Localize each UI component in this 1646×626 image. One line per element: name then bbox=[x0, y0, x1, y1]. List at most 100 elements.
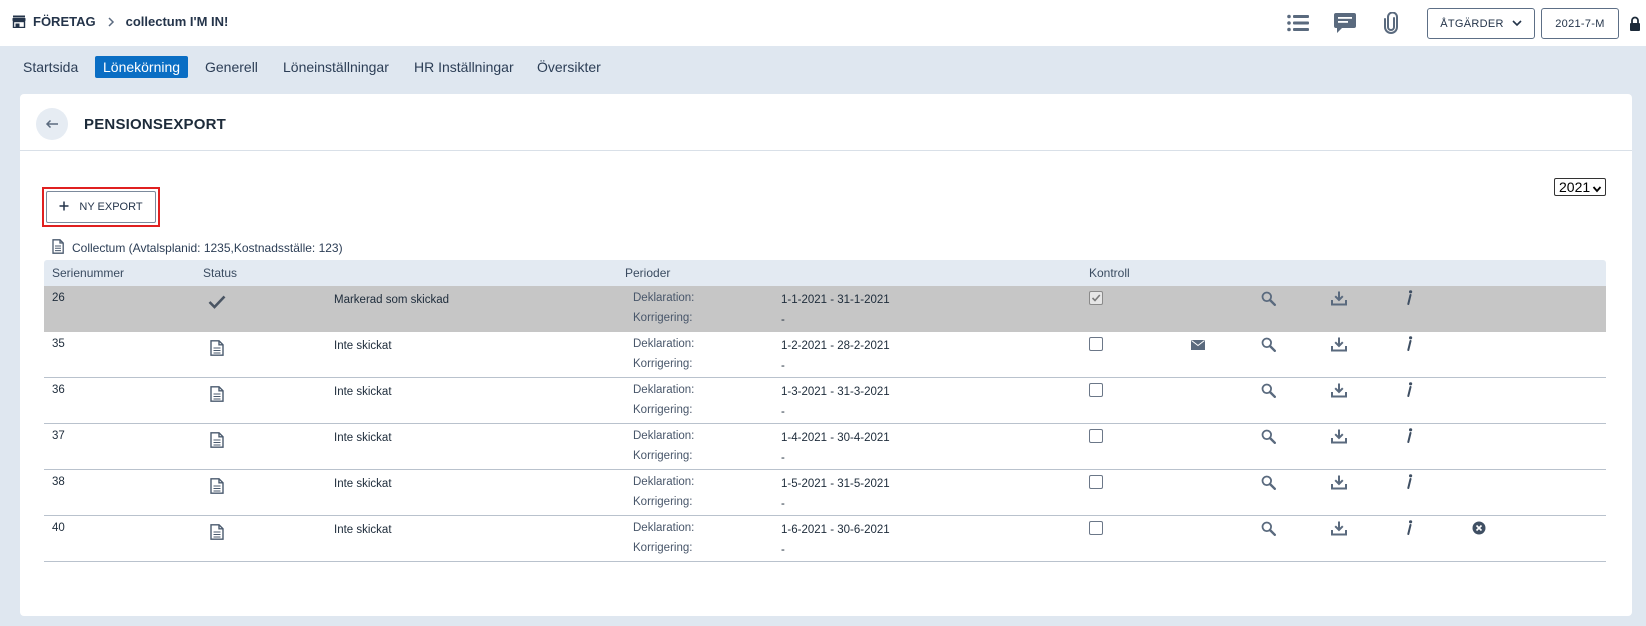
download-icon[interactable] bbox=[1331, 428, 1347, 444]
correction-value: - bbox=[781, 360, 785, 372]
serial-number: 26 bbox=[52, 292, 65, 304]
download-icon[interactable] bbox=[1331, 290, 1347, 306]
download-icon[interactable] bbox=[1331, 382, 1347, 398]
search-icon[interactable] bbox=[1260, 428, 1276, 444]
header-periods: Perioder bbox=[625, 266, 671, 280]
table-row[interactable]: 26 Markerad som skickad Deklaration: Kor… bbox=[44, 286, 1606, 332]
control-checkbox[interactable] bbox=[1089, 291, 1103, 305]
breadcrumb-company-link[interactable]: FÖRETAG bbox=[33, 14, 96, 29]
chevron-down-icon bbox=[1512, 18, 1522, 30]
info-icon[interactable] bbox=[1402, 289, 1416, 306]
table-row[interactable]: 38 Inte skickat Deklaration: Korrigering… bbox=[44, 470, 1606, 516]
declaration-label: Deklaration: bbox=[633, 522, 695, 534]
control-checkbox[interactable] bbox=[1089, 383, 1103, 397]
header-control: Kontroll bbox=[1089, 266, 1130, 280]
download-icon[interactable] bbox=[1331, 336, 1347, 352]
correction-label: Korrigering: bbox=[633, 312, 693, 324]
declaration-period: 1-3-2021 - 31-3-2021 bbox=[781, 386, 890, 398]
tab-lonekorning[interactable]: Lönekörning bbox=[95, 56, 189, 78]
serial-number: 37 bbox=[52, 430, 65, 442]
serial-number: 40 bbox=[52, 522, 65, 534]
delete-icon[interactable] bbox=[1472, 521, 1486, 535]
correction-label: Korrigering: bbox=[633, 404, 693, 416]
back-button[interactable] bbox=[36, 108, 68, 140]
serial-number: 35 bbox=[52, 338, 65, 350]
info-icon[interactable] bbox=[1402, 473, 1416, 490]
arrow-left-icon bbox=[45, 117, 59, 132]
status-text: Markerad som skickad bbox=[334, 294, 450, 306]
declaration-label: Deklaration: bbox=[633, 384, 695, 396]
pension-export-card: PENSIONSEXPORT 2021 NY EXPORT Collectum … bbox=[20, 94, 1632, 616]
search-icon[interactable] bbox=[1260, 520, 1276, 536]
control-checkbox[interactable] bbox=[1089, 337, 1103, 351]
correction-label: Korrigering: bbox=[633, 450, 693, 462]
info-icon[interactable] bbox=[1402, 381, 1416, 398]
declaration-label: Deklaration: bbox=[633, 476, 695, 488]
search-icon[interactable] bbox=[1260, 336, 1276, 352]
document-icon bbox=[208, 340, 226, 356]
serial-number: 38 bbox=[52, 476, 65, 488]
breadcrumb: FÖRETAG collectum I'M IN! bbox=[12, 14, 228, 29]
search-icon[interactable] bbox=[1260, 474, 1276, 490]
search-icon[interactable] bbox=[1260, 290, 1276, 306]
provider-info: Collectum (Avtalsplanid: 1235,Kostnadsst… bbox=[52, 239, 343, 257]
actions-dropdown-button[interactable]: ÅTGÄRDER bbox=[1427, 8, 1535, 39]
download-icon[interactable] bbox=[1331, 474, 1347, 490]
serial-number: 36 bbox=[52, 384, 65, 396]
document-icon bbox=[208, 524, 226, 540]
table-row[interactable]: 35 Inte skickat Deklaration: Korrigering… bbox=[44, 332, 1606, 378]
declaration-label: Deklaration: bbox=[633, 292, 695, 304]
breadcrumb-company-name[interactable]: collectum I'M IN! bbox=[126, 14, 229, 29]
status-text: Inte skickat bbox=[334, 524, 392, 536]
paperclip-icon[interactable] bbox=[1378, 10, 1404, 36]
pension-export-table: Serienummer Status Perioder Kontroll 26 … bbox=[44, 260, 1606, 562]
download-icon[interactable] bbox=[1331, 520, 1347, 536]
declaration-label: Deklaration: bbox=[633, 338, 695, 350]
correction-label: Korrigering: bbox=[633, 496, 693, 508]
search-icon[interactable] bbox=[1260, 382, 1276, 398]
chevron-down-icon bbox=[1592, 181, 1602, 197]
tab-hr-installningar[interactable]: HR Inställningar bbox=[406, 56, 522, 78]
declaration-period: 1-2-2021 - 28-2-2021 bbox=[781, 340, 890, 352]
tab-generell[interactable]: Generell bbox=[197, 56, 266, 78]
header-serial: Serienummer bbox=[52, 266, 125, 280]
page-title: PENSIONSEXPORT bbox=[84, 116, 226, 133]
table-row[interactable]: 40 Inte skickat Deklaration: Korrigering… bbox=[44, 516, 1606, 562]
header-status: Status bbox=[203, 266, 238, 280]
table-row[interactable]: 37 Inte skickat Deklaration: Korrigering… bbox=[44, 424, 1606, 470]
new-export-highlight: NY EXPORT bbox=[42, 187, 160, 227]
tab-loneinstallningar[interactable]: Löneinställningar bbox=[275, 56, 397, 78]
period-button[interactable]: 2021-7-M bbox=[1541, 8, 1619, 39]
control-checkbox[interactable] bbox=[1089, 429, 1103, 443]
info-icon[interactable] bbox=[1402, 519, 1416, 536]
control-checkbox[interactable] bbox=[1089, 521, 1103, 535]
control-checkbox[interactable] bbox=[1089, 475, 1103, 489]
correction-value: - bbox=[781, 544, 785, 556]
status-text: Inte skickat bbox=[334, 432, 392, 444]
declaration-period: 1-5-2021 - 31-5-2021 bbox=[781, 478, 890, 490]
table-row[interactable]: 36 Inte skickat Deklaration: Korrigering… bbox=[44, 378, 1606, 424]
correction-value: - bbox=[781, 406, 785, 418]
main-nav: Startsida Lönekörning Generell Löneinstä… bbox=[0, 46, 1646, 88]
tab-startsida[interactable]: Startsida bbox=[15, 56, 86, 78]
correction-value: - bbox=[781, 314, 785, 326]
year-select[interactable]: 2021 bbox=[1554, 178, 1606, 196]
breadcrumb-chevron-icon bbox=[107, 16, 115, 27]
email-icon[interactable] bbox=[1190, 339, 1206, 351]
new-export-button[interactable]: NY EXPORT bbox=[46, 191, 156, 223]
document-icon bbox=[208, 432, 226, 448]
actions-dropdown-label: ÅTGÄRDER bbox=[1440, 17, 1504, 30]
divider bbox=[20, 150, 1632, 151]
tab-oversikter[interactable]: Översikter bbox=[529, 56, 609, 78]
lock-icon[interactable] bbox=[1626, 10, 1644, 36]
info-icon[interactable] bbox=[1402, 427, 1416, 444]
info-icon[interactable] bbox=[1402, 335, 1416, 352]
status-text: Inte skickat bbox=[334, 386, 392, 398]
chat-icon[interactable] bbox=[1332, 10, 1358, 36]
list-icon[interactable] bbox=[1285, 10, 1311, 36]
status-text: Inte skickat bbox=[334, 340, 392, 352]
correction-value: - bbox=[781, 498, 785, 510]
declaration-period: 1-6-2021 - 30-6-2021 bbox=[781, 524, 890, 536]
provider-label: Collectum (Avtalsplanid: 1235,Kostnadsst… bbox=[72, 241, 343, 255]
status-text: Inte skickat bbox=[334, 478, 392, 490]
